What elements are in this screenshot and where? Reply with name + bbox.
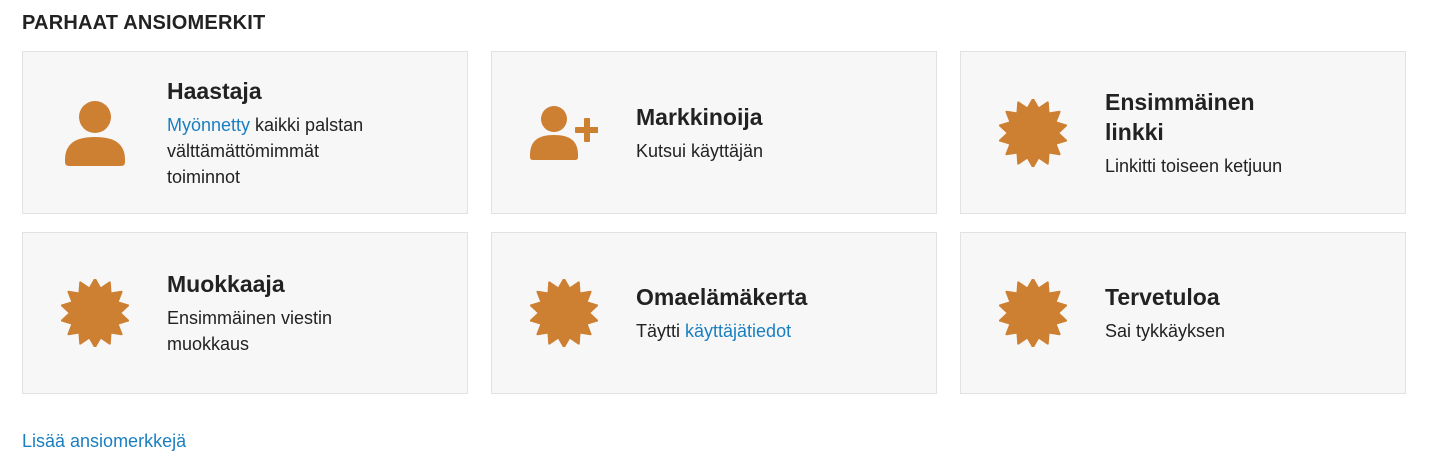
badge-name: Muokkaaja [167, 271, 285, 297]
badge-description: Kutsui käyttäjän [636, 140, 764, 161]
user-plus-icon [492, 105, 636, 161]
badge-description: Myönnetty kaikki palstan välttämättömimm… [167, 112, 397, 190]
badge-icon [23, 279, 167, 347]
badge-card-haastaja[interactable]: Haastaja Myönnetty kaikki palstan välttä… [22, 51, 468, 214]
badge-card-tervetuloa[interactable]: Tervetuloa Sai tykkäyksen [960, 232, 1406, 394]
badge-description: Täytti käyttäjätiedot [636, 318, 866, 344]
badge-icon [961, 98, 1105, 167]
badge-name: Markkinoija [636, 103, 763, 130]
badge-description: Sai tykkäyksen [1105, 321, 1226, 341]
badge-description: Ensimmäinen viestin muokkaus [167, 308, 333, 354]
badge-card-muokkaaja[interactable]: Muokkaaja Ensimmäinen viestin muokkaus [22, 232, 468, 394]
more-badges-link[interactable]: Lisää ansiomerkkejä [22, 431, 186, 452]
badge-card-omaelamakerta[interactable]: Omaelämäkerta Täytti käyttäjätiedot [491, 232, 937, 394]
badge-icon [961, 279, 1105, 347]
badge-name: Omaelämäkerta [636, 284, 808, 310]
badge-description-text: Täytti [636, 321, 686, 341]
badge-name: Haastaja [167, 77, 262, 104]
badge-card-ensimmainen-linkki[interactable]: Ensimmäinen linkki Linkitti toiseen ketj… [960, 51, 1406, 214]
user-icon [23, 100, 167, 166]
badge-description: Linkitti toiseen ketjuun [1105, 155, 1283, 176]
profile-info-link[interactable]: käyttäjätiedot [685, 321, 791, 341]
section-title: PARHAAT ANSIOMERKIT [22, 12, 266, 34]
granted-link[interactable]: Myönnetty [167, 115, 250, 135]
badge-name: Ensimmäinen linkki [1105, 88, 1255, 145]
badge-grid: Haastaja Myönnetty kaikki palstan välttä… [22, 51, 1406, 394]
badge-name: Tervetuloa [1105, 284, 1220, 310]
badge-card-markkinoija[interactable]: Markkinoija Kutsui käyttäjän [491, 51, 937, 214]
badge-icon [492, 279, 636, 347]
